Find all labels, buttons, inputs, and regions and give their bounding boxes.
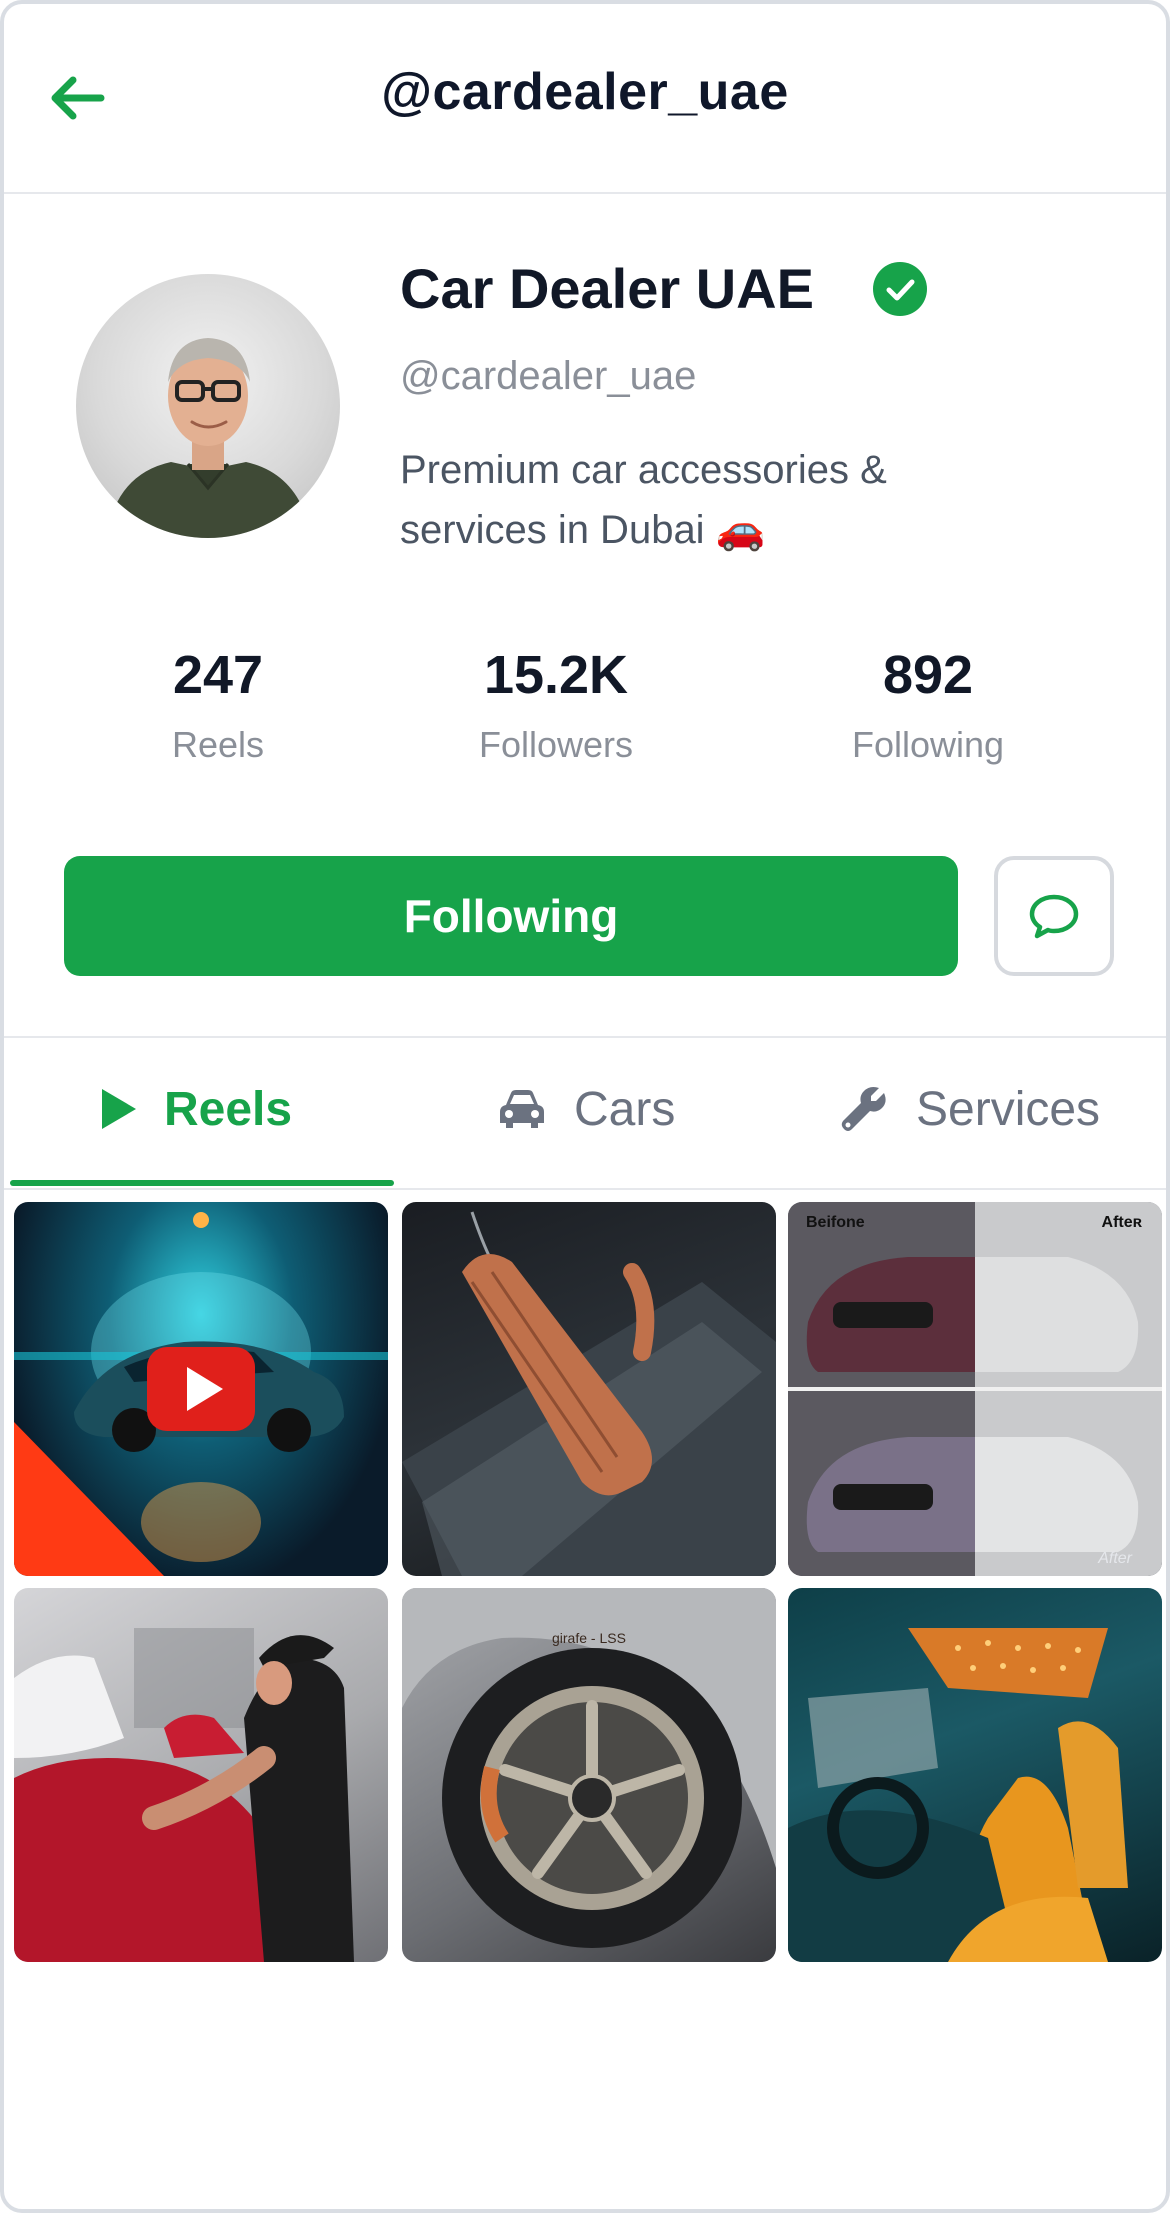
verified-badge-icon xyxy=(872,261,927,316)
paint-polishing-image xyxy=(14,1628,354,1962)
active-tab-indicator xyxy=(10,1180,394,1186)
profile-name-row: Car Dealer UAE xyxy=(400,256,928,321)
bio-line-1: Premium car accessories & xyxy=(400,448,887,492)
tab-label: Cars xyxy=(574,1082,676,1136)
stat-following[interactable]: 892 Following xyxy=(818,644,1038,766)
car-icon xyxy=(496,1087,548,1131)
grid-tile-paint-polishing[interactable] xyxy=(14,1588,388,1962)
before-after-image xyxy=(788,1202,1162,1576)
stat-value: 892 xyxy=(882,645,974,705)
message-button[interactable] xyxy=(994,856,1114,976)
tire-text: girafe - LSS xyxy=(552,1630,626,1646)
tab-cars[interactable]: Cars xyxy=(496,1064,675,1154)
tab-services[interactable]: Services xyxy=(838,1064,1100,1154)
display-name: Car Dealer UAE xyxy=(400,257,814,320)
tab-label: Services xyxy=(916,1082,1101,1136)
stat-label: Following xyxy=(851,724,1005,765)
grid-tile-sports-car[interactable] xyxy=(14,1202,388,1576)
stat-followers[interactable]: 15.2K Followers xyxy=(446,644,666,766)
grid-tile-before-after[interactable]: Beifone Afteʀ After xyxy=(788,1202,1162,1576)
page-title: @cardealer_uae xyxy=(381,63,789,121)
wrench-icon xyxy=(838,1083,890,1135)
profile-bio: Premium car accessories & services in Du… xyxy=(400,440,1000,560)
after-label-bottom: After xyxy=(1098,1550,1132,1567)
avatar-portrait xyxy=(106,338,312,538)
stat-value: 15.2K xyxy=(483,645,629,705)
tabs-divider-bottom xyxy=(4,1188,1166,1190)
tab-label: Reels xyxy=(164,1082,293,1136)
following-button[interactable]: Following xyxy=(64,856,958,976)
bio-line-2: services in Dubai 🚗 xyxy=(400,508,766,552)
stat-value: 247 xyxy=(172,645,264,705)
before-label: Beifone xyxy=(806,1214,865,1231)
avatar[interactable] xyxy=(76,274,340,538)
stat-reels[interactable]: 247 Reels xyxy=(118,644,318,766)
leather-accessory-image xyxy=(402,1211,776,1576)
tabs-divider-top xyxy=(4,1036,1166,1038)
tab-reels[interactable]: Reels xyxy=(100,1064,292,1154)
after-label-top: Afteʀ xyxy=(1101,1214,1142,1231)
grid-tile-alloy-wheel[interactable]: girafe - LSS xyxy=(402,1588,776,1962)
profile-handle: @cardealer_uae xyxy=(400,354,697,398)
app-frame: @cardealer_uae Car Dealer UAE @cardealer… xyxy=(0,0,1170,2213)
stat-label: Reels xyxy=(171,724,265,765)
play-icon xyxy=(147,1347,255,1431)
grid-tile-leather-accessory[interactable] xyxy=(402,1202,776,1576)
play-icon xyxy=(100,1087,138,1131)
chat-bubble-icon xyxy=(1029,894,1079,939)
grid-tile-orange-interior[interactable] xyxy=(788,1588,1162,1962)
stat-label: Followers xyxy=(478,724,634,765)
header: @cardealer_uae xyxy=(4,4,1166,194)
orange-interior-image xyxy=(788,1628,1128,1962)
